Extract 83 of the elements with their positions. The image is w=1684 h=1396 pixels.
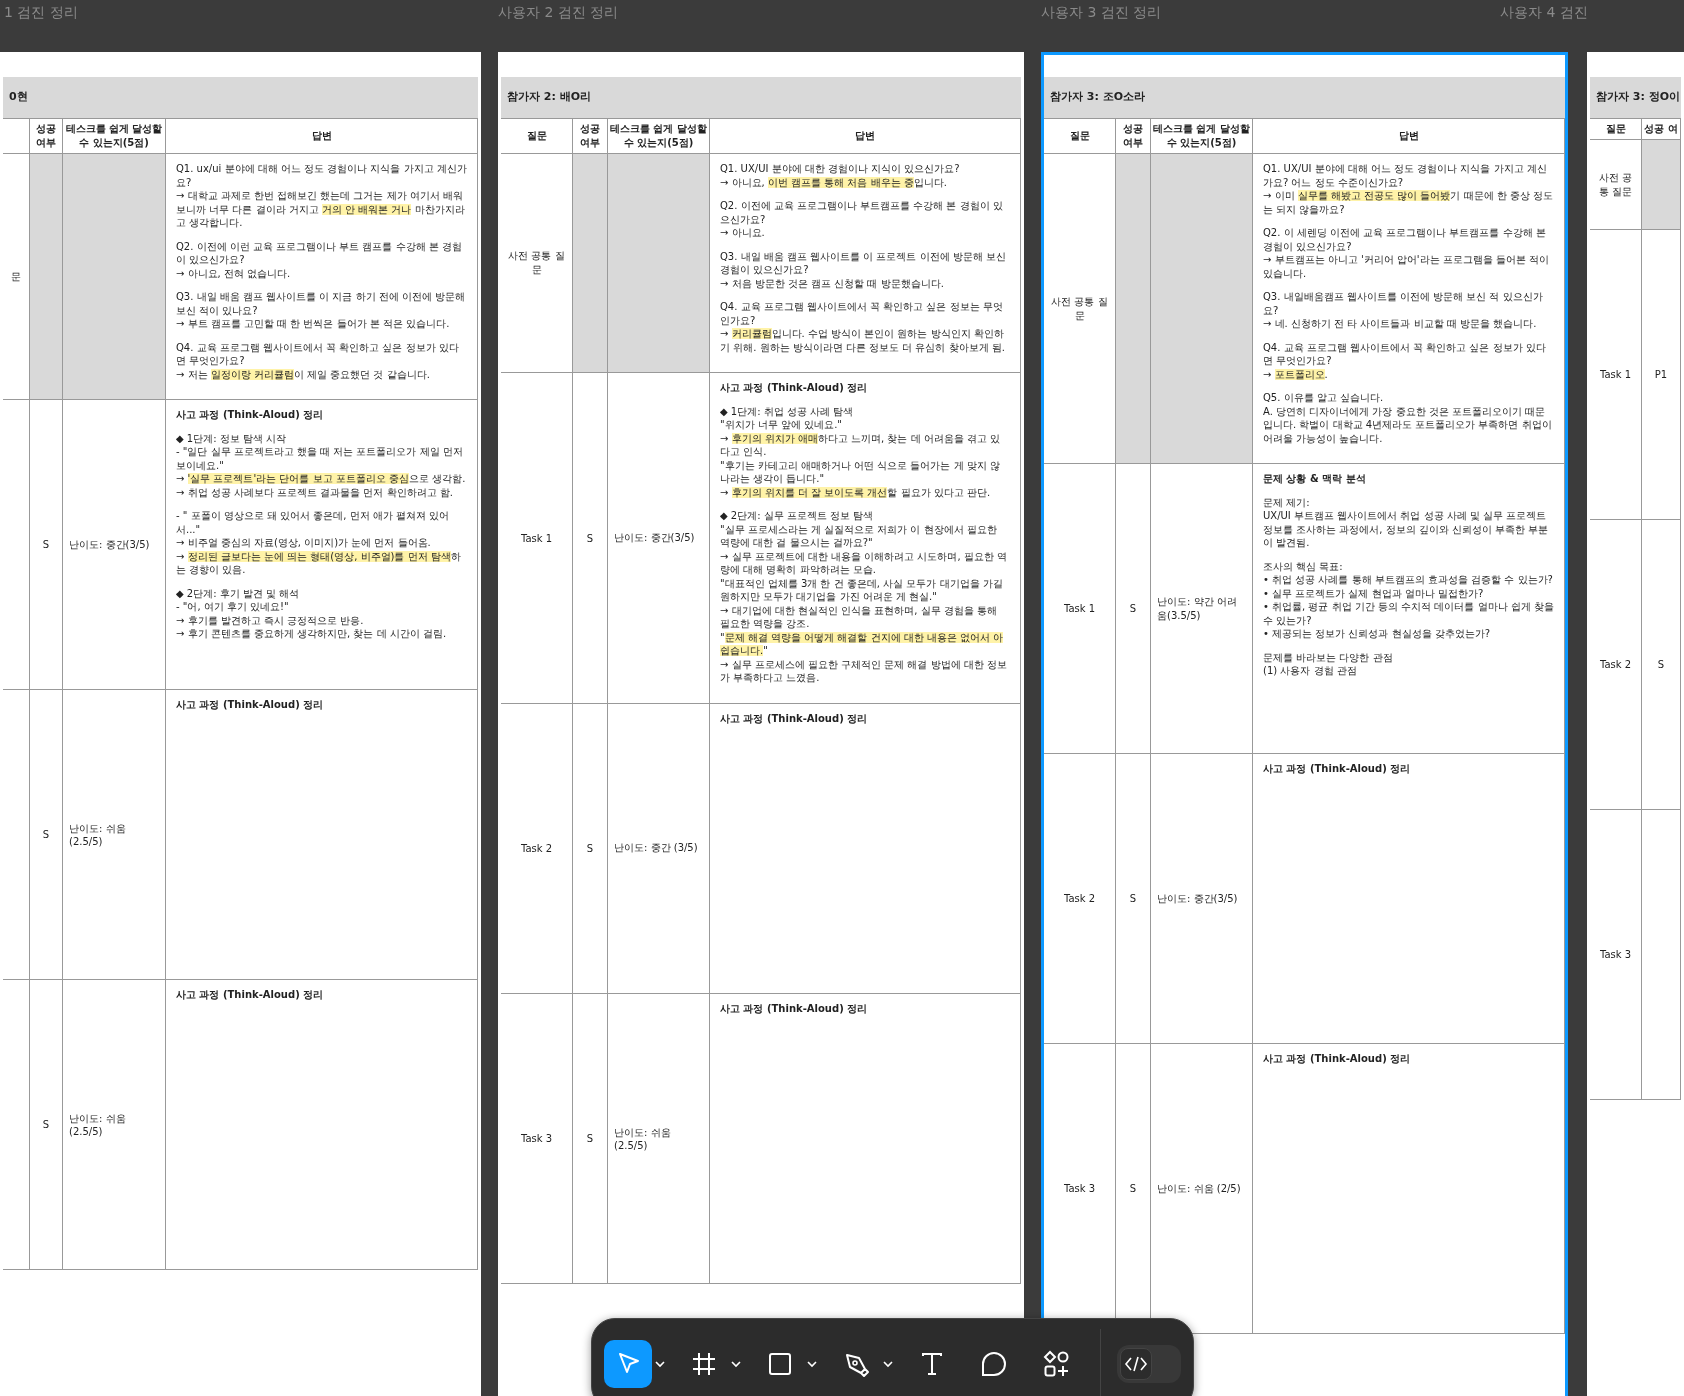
table-cell: Task 3 (1590, 810, 1642, 1101)
answer-text: Q4. 교육 프로그램 웹사이트에서 꼭 확인하고 싶은 정보가 있다면 무엇인가요? → 포트폴리오. (1263, 340, 1547, 382)
caret-icon[interactable] (730, 1360, 742, 1368)
caret-icon[interactable] (654, 1360, 666, 1368)
caret-icon[interactable] (882, 1360, 894, 1368)
table-cell: S (30, 980, 63, 1271)
difficulty-text: 난이도: 쉬움 (2.5/5) (69, 822, 127, 848)
answer-text: ◆ 2단계: 후기 발견 및 해석 - "어, 여기 후기 있네요!" → 후기를 발견하고 즉시 긍정적으로 반응. → 후기 콘텐츠를 중요하게 생각하지만, 찾는 데 시간이 걸림. (176, 586, 448, 641)
answer-text: ◆ 1단계: 정보 탐색 시작 - "일단 실무 프로젝트라고 했을 때 저는 포트폴리오가 제일 먼저 보이네요." → '실무 프로젝트'라는 단어를 보고 포트폴리오 중심으로 생각함. → 취업 성공 사례보다 프로젝트 결과물을 먼저 확인하려고 함. (176, 431, 467, 500)
answer-text: 문제 상황 & 맥락 분석 (1263, 472, 1367, 486)
answer-text: Q1. ux/ui 분야에 대해 어느 정도 경험이나 지식을 가지고 계신가요? → 대학교 과제로 한번 접해보긴 했는데 그거는 제가 여기서 배워보니까 너무 다른 결이라 거지고 거의 안 배워본 거나 마찬가지라고 생각합니다. (176, 162, 467, 230)
table-cell: P1 (1642, 230, 1681, 521)
table-cell: Task 1 (1044, 464, 1116, 755)
frame-title: 0현 (9, 89, 28, 105)
code-icon (1124, 1354, 1148, 1374)
table-cell: S (573, 373, 608, 704)
frame-label[interactable]: 사용자 3 검진 정리 (1041, 4, 1162, 20)
answer-text: Q2. 이 세렌딩 이전에 교육 프로그램이나 부트캠프를 수강해 본 경험이 있으신가요? → 부트캠프는 아니고 '커리어 압어'라는 프로그램을 들어본 적이 있습니다. (1263, 226, 1551, 281)
answer-text: 사고 과정 (Think-Aloud) 정리 (720, 711, 869, 726)
column-header: 질문 (1044, 119, 1116, 155)
difficulty-text: 난이도: 쉬움 (2.5/5) (614, 1125, 672, 1151)
frame-card[interactable] (498, 52, 1024, 1396)
answer-text: 사고 과정 (Think-Aloud) 정리 (1263, 1052, 1412, 1066)
answer-text: ◆ 2단계: 실무 프로젝트 정보 탐색 "실무 프로세스라는 게 실질적으로 저희가 이 현장에서 필요한 역량에 대한 걸 물으시는 걸까요?" → 실무 프로젝트에 대한 내용을 이해하려고 시도하며, 필요한 역량에 대해 명확히 파악하려는 모습. "대표적인 업체를 3개 한 건 좋은데, 사실 모두가 대기업을 가길 원하지만 모두가 대기업을 가진 어려운 게 현실." → 대기업에 대한 현실적인 인식을 표현하며, 실무 경험을 통해 필요한 역량을 강조. "문제 해결 역량을 어떻게 해결할 건지에 대한 내용은 없어서 아쉽습니다." → 실무 프로세스에 필요한 구체적인 문제 해결 방법에 대한 정보가 부족하다고 느꼈음. (720, 509, 1008, 685)
column-header: 답변 (1253, 119, 1565, 155)
table-cell: Task 2 (1590, 520, 1642, 811)
difficulty-text: 난이도: 약간 어려움(3.5/5) (1157, 594, 1238, 623)
frame-label[interactable]: 사용자 4 검진 (1500, 4, 1588, 20)
table-cell: S (30, 400, 63, 691)
difficulty-text: 난이도: 중간 (3/5) (614, 841, 699, 856)
move-tool-button[interactable] (604, 1340, 652, 1388)
table-cell: S (573, 703, 608, 994)
difficulty-text: 난이도: 중간(3/5) (69, 537, 151, 552)
table-cell: S (573, 993, 608, 1284)
column-header: 질문 (501, 119, 573, 155)
table-cell: Task 2 (1044, 754, 1116, 1045)
answer-text: Q3. 내일 배움 캠프 웹사이트를 이 지금 하기 전에 이전에 방문해 보신 적이 있나요? → 부트 캠프를 고민할 때 한 번씩은 들어가 본 적은 있습니다. (176, 290, 467, 331)
answer-text: Q1. UX/UI 분야에 대한 경험이나 지식이 있으신가요? → 아니요, 이번 캠프를 통해 처음 배우는 중입니다. (720, 162, 961, 190)
answer-text: Q3. 내일배움캠프 웹사이트를 이전에 방문해 보신 적 있으신가요? → 네. 신청하기 전 타 사이트들과 비교할 때 방문을 했습니다. (1263, 290, 1544, 331)
answer-text: Q1. UX/UI 분야에 대해 어느 정도 경험이나 지식을 가지고 계신가요? 어느 정도 수준이신가요? → 이미 실무를 해봤고 전공도 많이 들어봤기 때문에 한 중상 정도는 되지 않을까요? (1263, 162, 1554, 217)
difficulty-text: 난이도: 쉬움 (2/5) (1157, 1181, 1242, 1196)
table-cell: S (30, 690, 63, 981)
table-cell: S (1642, 520, 1681, 811)
difficulty-text: 난이도: 중간(3/5) (614, 531, 696, 546)
code-toggle-button[interactable] (1120, 1348, 1152, 1380)
answer-text: - " 포폴이 영상으로 돼 있어서 좋은데, 먼저 애가 펼쳐져 있어서..." → 비주얼 중심의 자료(영상, 이미지)가 눈에 먼저 들어옴. → 정리된 글보다는 눈에 띄는 형태(영상, 비주얼)를 먼저 탐색하는 경향이 있음. (176, 509, 462, 577)
answer-text: 사고 과정 (Think-Aloud) 정리 (720, 381, 869, 395)
difficulty-text: 난이도: 쉬움 (2.5/5) (69, 1112, 127, 1138)
frame-label[interactable]: 사용자 2 검진 정리 (498, 4, 619, 20)
answer-text: 사고 과정 (Think-Aloud) 정리 (1263, 762, 1412, 776)
table-cell: Task 3 (501, 993, 573, 1284)
answer-text: 사고 과정 (Think-Aloud) 정리 (176, 698, 325, 712)
answer-text: 조사의 핵심 목표: • 취업 성공 사례를 통해 부트캠프의 효과성을 검증할 수 있는가? • 실무 프로젝트가 실제 현업과 얼마나 밀접한가? • 취업률, 평균 취업 기간 등의 수치적 데이터를 얼마나 쉽게 찾을 수 있는가? • 제공되는 정보가 신뢰성과 현실성을 갖추었는가? (1263, 559, 1554, 641)
frame-card[interactable]: 참가자 3: 정O이 질문 성공 여 사전 공통 질문 Task 1 P1 Task 2 S Task 3 (1587, 52, 1684, 1396)
frame-label[interactable]: 1 검진 정리 (4, 4, 78, 20)
answer-text: 문제 제기: UX/UI 부트캠프 웹사이트에서 취업 성공 사례 및 실무 프로젝트 정보를 조사하는 과정에서, 정보의 깊이와 신뢰성이 부족한 부분이 발견됨. (1263, 495, 1550, 550)
answer-text: 문제를 바라보는 다양한 관점 (1) 사용자 경험 관점 (1263, 650, 1394, 678)
frame-title: 참가자 3: 조O소라 (1050, 89, 1146, 105)
answer-text: ◆ 1단계: 취업 성공 사례 탐색 "위치가 너무 앞에 있네요." → 후기의 위치가 애매하다고 느끼며, 찾는 데 어려움을 겪고 있다고 인식. "후기는 카테고리 애매하거나 어떤 식으로 들어가는 게 맞지 않나라는 생각이 듭니다." → 후기의 위치를 더 잘 보이도록 개선할 필요가 있다고 판단. (720, 404, 1002, 500)
table-cell: S (1116, 464, 1151, 755)
answer-text: 사고 과정 (Think-Aloud) 정리 (176, 988, 325, 1002)
column-header: 질문 (1590, 119, 1642, 141)
answer-text: Q4. 교육 프로그램 웹사이트에서 꼭 확인하고 싶은 정보가 있다면 무엇인가요? → 저는 일정이랑 커리큘럼이 제일 중요했던 것 같습니다. (176, 340, 460, 382)
table-cell: Task 1 (1590, 230, 1642, 521)
answer-text: Q2. 이전에 이런 교육 프로그램이나 부트 캠프를 수강해 본 경험이 있으신가요? → 아니요, 전혀 없습니다. (176, 239, 464, 281)
answer-text: Q2. 이전에 교육 프로그램이나 부트캠프를 수강해 본 경험이 있으신가요? → 아니요. (720, 199, 1004, 240)
column-header (3, 119, 30, 155)
answer-text: 사고 과정 (Think-Aloud) 정리 (176, 408, 325, 422)
answer-text: Q3. 내일 배움 캠프 웹사이트를 이 프로젝트 이전에 방문해 보신 경험이 있으신가요? → 처음 방문한 것은 캠프 신청할 때 방문했습니다. (720, 249, 1008, 291)
frame-card[interactable] (1041, 52, 1568, 1396)
caret-icon[interactable] (806, 1360, 818, 1368)
frame-title: 참가자 3: 정O이 (1596, 89, 1681, 105)
dev-mode-toggle[interactable] (1117, 1345, 1181, 1383)
answer-text: Q5. 이유를 알고 싶습니다. A. 당연히 디자이너에게 가장 중요한 것은 포트폴리오이기 때문입니다. 학벌이 대학교 4년제라도 포트폴리오가 부족하면 취업이 어려울 가능성이 높습니다. (1263, 391, 1553, 446)
table-cell: Task 2 (501, 703, 573, 994)
difficulty-text: 난이도: 중간(3/5) (1157, 891, 1239, 906)
column-header: 답변 (166, 119, 478, 155)
table-cell: S (1116, 754, 1151, 1045)
frame-title: 참가자 2: 배O리 (507, 89, 592, 105)
answer-text: 사고 과정 (Think-Aloud) 정리 (720, 1001, 869, 1016)
answer-text: Q4. 교육 프로그램 웹사이트에서 꼭 확인하고 싶은 정보는 무엇인가요? → 커리큘럼입니다. 수업 방식이 본인이 원하는 방식인지 확인하기 위해. 원하는 방식이라면 다른 정보도 더 유심히 찾아보게 됨. (720, 300, 1006, 355)
column-header: 답변 (710, 119, 1021, 155)
table-cell: Task 1 (501, 373, 573, 704)
